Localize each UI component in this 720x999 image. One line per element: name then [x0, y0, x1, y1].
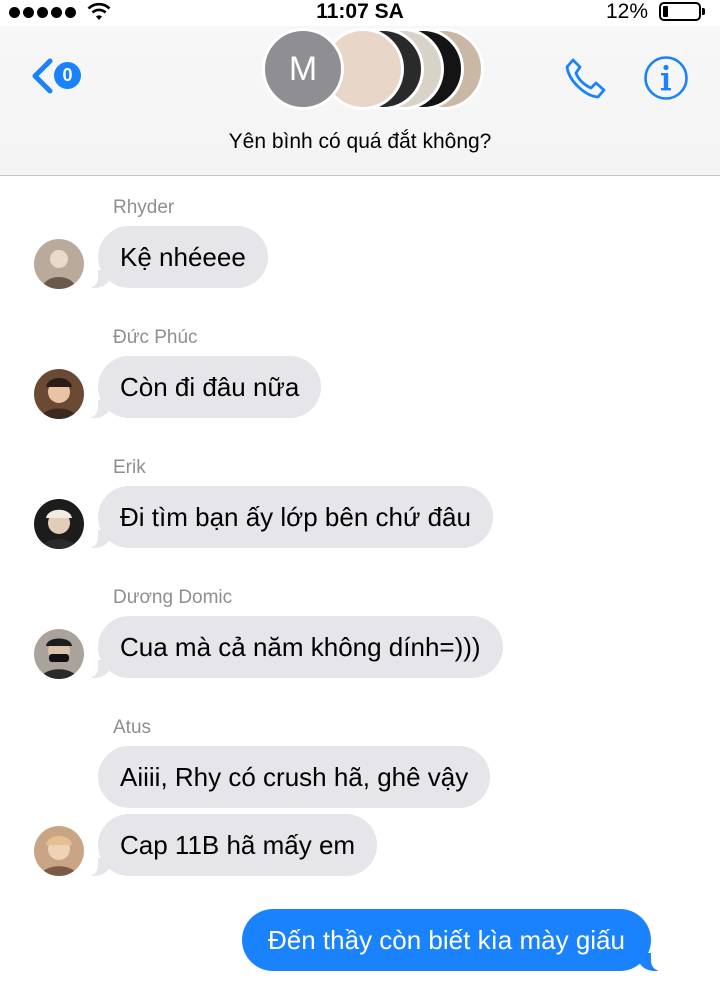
sender-name: Dương Domic — [113, 587, 233, 608]
sender-name: Erik — [113, 457, 146, 478]
group-name[interactable]: Yên bình có quá đắt không? — [0, 130, 720, 154]
sender-avatar[interactable] — [34, 499, 84, 549]
message-bubble[interactable]: Aiiii, Rhy có crush hã, ghê vậy — [98, 746, 491, 808]
group-initial-avatar: M — [262, 28, 344, 110]
sender-name: Rhyder — [113, 197, 175, 218]
conversation-header: 0 M Yên bình có quá đắt không? — [0, 26, 720, 176]
message-bubble[interactable]: Đi tìm bạn ấy lớp bên chứ đâu — [87, 486, 493, 548]
message-bubble[interactable]: Cua mà cả năm không dính=))) — [87, 616, 503, 678]
sender-name: Atus — [113, 717, 152, 738]
sender-avatar[interactable] — [34, 239, 84, 289]
status-bar: 11:07 SA 12% — [0, 0, 720, 26]
phone-icon[interactable] — [563, 56, 609, 102]
sender-avatar[interactable] — [34, 369, 84, 419]
info-icon[interactable] — [643, 55, 689, 101]
message-bubble[interactable]: Cap 11B hã mấy em — [86, 814, 378, 876]
group-avatar-stack[interactable]: M — [262, 28, 484, 114]
back-button[interactable]: 0 — [30, 58, 92, 94]
unread-count-badge: 0 — [54, 62, 81, 89]
chevron-left-icon — [32, 58, 53, 94]
message-bubble[interactable]: Còn đi đâu nữa — [86, 356, 322, 418]
battery-icon — [659, 2, 705, 21]
sender-avatar[interactable] — [34, 629, 84, 679]
message-bubble[interactable]: Kệ nhéeee — [87, 226, 268, 288]
sender-avatar[interactable] — [34, 826, 84, 876]
sender-name: Đức Phúc — [113, 327, 198, 348]
battery-percentage: 12% — [606, 0, 649, 23]
outgoing-message-bubble[interactable]: Đến thầy còn biết kìa mày giấu — [242, 909, 662, 971]
